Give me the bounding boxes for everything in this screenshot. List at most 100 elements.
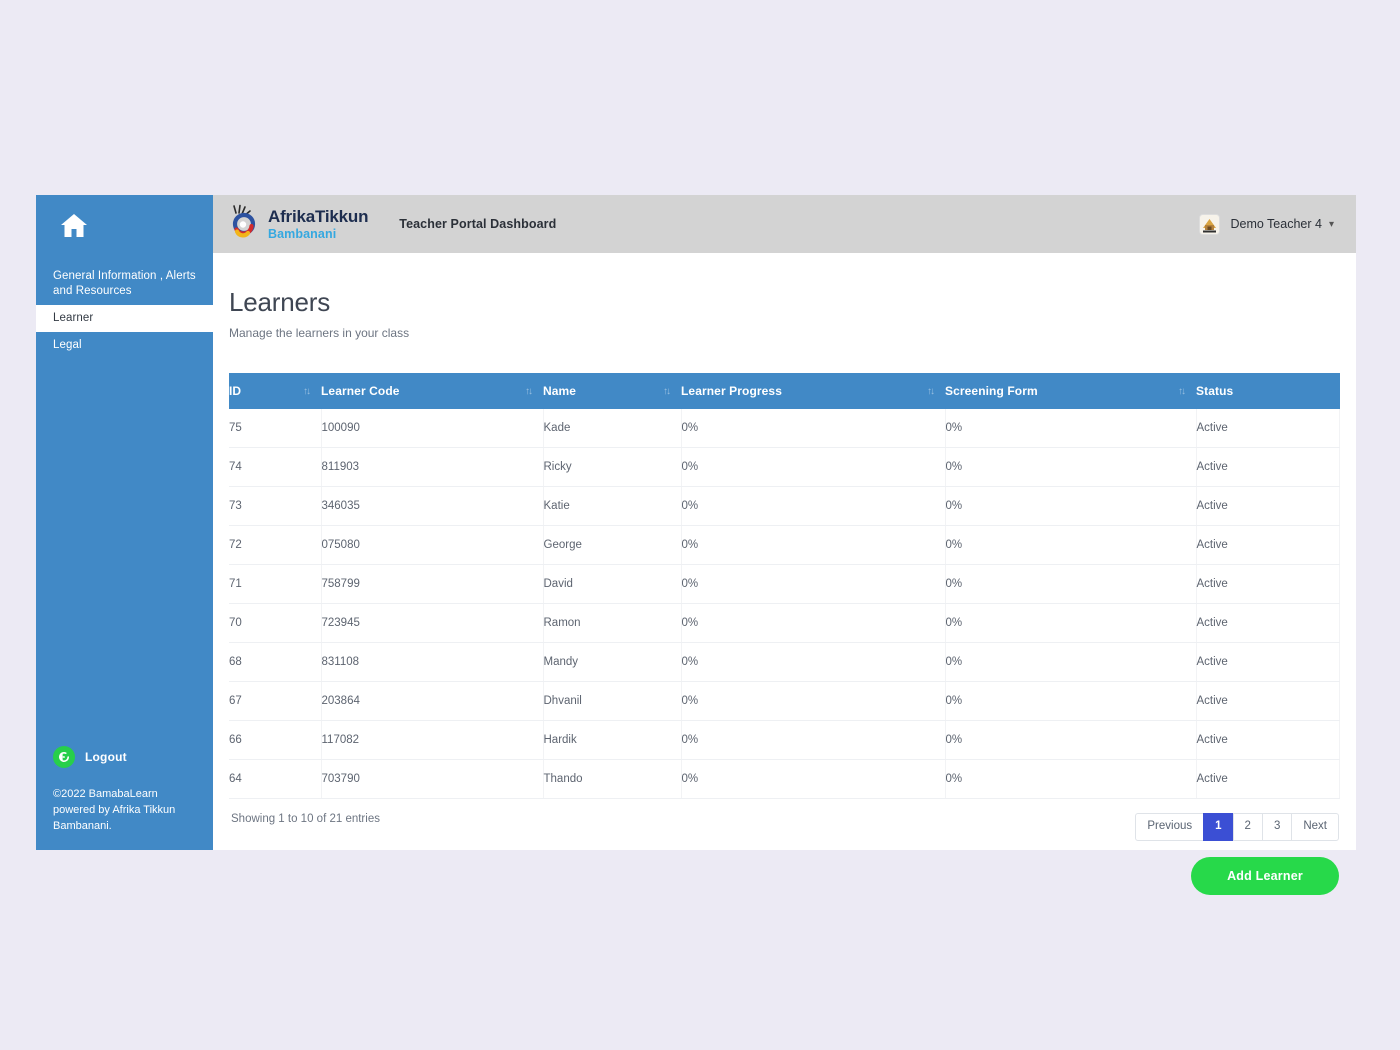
showing-entries: Showing 1 to 10 of 21 entries bbox=[231, 813, 380, 825]
cell-name: David bbox=[543, 564, 682, 604]
sidebar-copyright: ©2022 BamabaLearn powered by Afrika Tikk… bbox=[53, 788, 176, 832]
cell-learner-progress: 0% bbox=[681, 486, 946, 526]
brand-text: AfrikaTikkun Bambanani bbox=[268, 208, 368, 241]
cell-screening-form: 0% bbox=[945, 486, 1197, 526]
cell-learner-progress: 0% bbox=[681, 681, 946, 721]
cell-name: Ramon bbox=[543, 603, 682, 643]
pagination: Previous 1 2 3 Next bbox=[1135, 813, 1339, 841]
cell-name: Katie bbox=[543, 486, 682, 526]
column-header-name[interactable]: Name ↑↓ bbox=[543, 373, 681, 409]
logout-icon bbox=[53, 746, 75, 768]
cell-learner-progress: 0% bbox=[681, 603, 946, 643]
cell-name: Kade bbox=[543, 409, 682, 448]
column-header-learner-progress[interactable]: Learner Progress ↑↓ bbox=[681, 373, 945, 409]
cell-learner-progress: 0% bbox=[681, 564, 946, 604]
cell-screening-form: 0% bbox=[945, 642, 1197, 682]
pagination-2[interactable]: 2 bbox=[1232, 813, 1263, 841]
brand-logo: AfrikaTikkun Bambanani bbox=[227, 204, 368, 245]
table-row[interactable]: 71 758799 David 0% 0% Active bbox=[229, 564, 1340, 604]
main-column: AfrikaTikkun Bambanani Teacher Portal Da… bbox=[213, 195, 1356, 895]
column-label: Screening Form bbox=[945, 384, 1038, 398]
table-footer: Showing 1 to 10 of 21 entries Previous 1 2… bbox=[229, 813, 1340, 841]
column-label: Learner Progress bbox=[681, 384, 782, 398]
table-row[interactable]: 73 346035 Katie 0% 0% Active bbox=[229, 486, 1340, 526]
sidebar: General Information , Alerts and Resourc… bbox=[36, 195, 213, 850]
cell-screening-form: 0% bbox=[945, 447, 1197, 487]
table-row[interactable]: 70 723945 Ramon 0% 0% Active bbox=[229, 603, 1340, 643]
table-row[interactable]: 75 100090 Kade 0% 0% Active bbox=[229, 409, 1340, 448]
sidebar-nav: General Information , Alerts and Resourc… bbox=[36, 263, 213, 359]
cell-learner-progress: 0% bbox=[681, 642, 946, 682]
column-label: Learner Code bbox=[321, 384, 400, 398]
table-row[interactable]: 72 075080 George 0% 0% Active bbox=[229, 525, 1340, 565]
brand-name: AfrikaTikkun bbox=[268, 206, 369, 226]
cell-learner-code: 831108 bbox=[321, 642, 544, 682]
cell-id: 72 bbox=[229, 525, 322, 565]
cell-screening-form: 0% bbox=[945, 564, 1197, 604]
pagination-3[interactable]: 3 bbox=[1261, 813, 1293, 841]
chevron-down-icon[interactable]: ▾ bbox=[1329, 219, 1334, 230]
cell-status: Active bbox=[1196, 642, 1340, 682]
home-icon[interactable] bbox=[60, 213, 213, 243]
user-menu[interactable]: Demo Teacher 4 ▾ bbox=[1199, 213, 1334, 235]
cell-learner-code: 117082 bbox=[321, 720, 544, 760]
portal-title: Teacher Portal Dashboard bbox=[399, 217, 557, 231]
table-row[interactable]: 64 703790 Thando 0% 0% Active bbox=[229, 759, 1340, 799]
table-row[interactable]: 66 117082 Hardik 0% 0% Active bbox=[229, 720, 1340, 760]
page-title: Learners bbox=[229, 287, 331, 317]
sort-icon[interactable]: ↑↓ bbox=[303, 386, 311, 397]
column-header-screening-form[interactable]: Screening Form ↑↓ bbox=[945, 373, 1196, 409]
cell-id: 66 bbox=[229, 720, 322, 760]
table-row[interactable]: 74 811903 Ricky 0% 0% Active bbox=[229, 447, 1340, 487]
cell-id: 71 bbox=[229, 564, 322, 604]
cell-id: 70 bbox=[229, 603, 322, 643]
sort-icon[interactable]: ↑↓ bbox=[663, 386, 671, 397]
cell-learner-code: 203864 bbox=[321, 681, 544, 721]
cell-status: Active bbox=[1196, 603, 1340, 643]
column-header-learner-code[interactable]: Learner Code ↑↓ bbox=[321, 373, 543, 409]
cell-learner-code: 346035 bbox=[321, 486, 544, 526]
sort-icon[interactable]: ↑↓ bbox=[1178, 386, 1186, 397]
table-row[interactable]: 67 203864 Dhvanil 0% 0% Active bbox=[229, 681, 1340, 721]
cell-name: Thando bbox=[543, 759, 682, 799]
sidebar-item-legal[interactable]: Legal bbox=[36, 332, 213, 359]
cell-status: Active bbox=[1196, 564, 1340, 604]
column-header-status[interactable]: Status bbox=[1196, 373, 1340, 409]
cell-learner-code: 758799 bbox=[321, 564, 544, 604]
user-name: Demo Teacher 4 bbox=[1230, 217, 1322, 231]
cell-name: Ricky bbox=[543, 447, 682, 487]
sidebar-item-general-information[interactable]: General Information , Alerts and Resourc… bbox=[36, 263, 213, 305]
pagination-1[interactable]: 1 bbox=[1203, 813, 1234, 841]
cell-learner-code: 811903 bbox=[321, 447, 544, 487]
content-card: Learners Manage the learners in your cla… bbox=[213, 253, 1356, 895]
sort-icon[interactable]: ↑↓ bbox=[525, 386, 533, 397]
cell-learner-code: 100090 bbox=[321, 409, 544, 448]
column-label: ID bbox=[229, 384, 242, 398]
page-subtitle: Manage the learners in your class bbox=[229, 326, 410, 340]
cell-id: 68 bbox=[229, 642, 322, 682]
cell-id: 74 bbox=[229, 447, 322, 487]
app-window: General Information , Alerts and Resourc… bbox=[36, 195, 1356, 895]
table-row[interactable]: 68 831108 Mandy 0% 0% Active bbox=[229, 642, 1340, 682]
cell-status: Active bbox=[1196, 447, 1340, 487]
pagination-next[interactable]: Next bbox=[1291, 813, 1339, 841]
cell-learner-code: 723945 bbox=[321, 603, 544, 643]
table-head: ID ↑↓ Learner Code ↑↓ Name ↑↓ Learner Pr… bbox=[229, 373, 1340, 409]
add-learner-button[interactable]: Add Learner bbox=[1191, 856, 1339, 895]
cell-status: Active bbox=[1196, 759, 1340, 799]
sidebar-item-label: General Information , Alerts and Resourc… bbox=[53, 270, 196, 297]
topbar: AfrikaTikkun Bambanani Teacher Portal Da… bbox=[213, 195, 1356, 253]
sidebar-item-learner[interactable]: Learner bbox=[36, 305, 213, 332]
pagination-previous[interactable]: Previous bbox=[1135, 813, 1205, 841]
cell-learner-code: 703790 bbox=[321, 759, 544, 799]
footer-actions: Add Learner bbox=[229, 856, 1340, 895]
column-label: Status bbox=[1196, 384, 1234, 398]
cell-status: Active bbox=[1196, 720, 1340, 760]
afrika-tikkun-spiral-icon bbox=[227, 204, 261, 245]
column-header-id[interactable]: ID ↑↓ bbox=[229, 373, 321, 409]
sidebar-item-label: Legal bbox=[53, 339, 82, 351]
cell-status: Active bbox=[1196, 486, 1340, 526]
sort-icon[interactable]: ↑↓ bbox=[927, 386, 935, 397]
logout-button[interactable]: Logout bbox=[36, 746, 213, 768]
